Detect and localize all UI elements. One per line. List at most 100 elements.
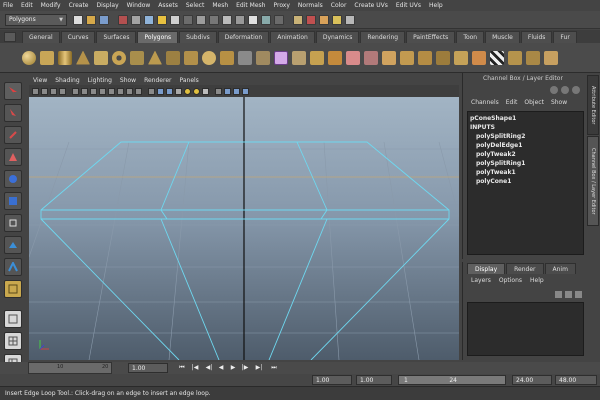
select-camera-icon[interactable] <box>32 87 39 95</box>
go-to-end-icon[interactable]: ⏭ <box>270 364 278 372</box>
planar-mapping-icon[interactable] <box>490 50 504 65</box>
shelf-tab-toon[interactable]: Toon <box>456 31 485 43</box>
lasso-tool-icon[interactable] <box>4 104 22 122</box>
panel-menu-panels[interactable]: Panels <box>179 77 198 84</box>
use-all-lights-icon[interactable] <box>184 87 191 95</box>
shelf-menu-icon[interactable] <box>4 32 16 42</box>
shelf-tab-polygons[interactable]: Polygons <box>137 31 179 43</box>
panel-menu-lighting[interactable]: Lighting <box>88 77 112 84</box>
play-forwards-icon[interactable]: ▶ <box>229 364 237 372</box>
snap-curve-icon[interactable] <box>235 14 245 25</box>
tab-display[interactable]: Display <box>467 263 506 274</box>
scale-tool-icon[interactable] <box>4 192 22 210</box>
le-menu-options[interactable]: Options <box>499 277 522 284</box>
step-forward-key-icon[interactable]: ▶| <box>255 364 263 372</box>
spherical-mapping-icon[interactable] <box>526 50 540 65</box>
film-gate-icon[interactable] <box>90 87 97 95</box>
render-current-frame-icon[interactable] <box>319 14 329 25</box>
shelf-tab-general[interactable]: General <box>22 31 60 43</box>
shelf-tab-subdivs[interactable]: Subdivs <box>179 31 217 43</box>
rotate-tool-icon[interactable] <box>4 170 22 188</box>
select-curves-icon[interactable] <box>183 14 193 25</box>
step-forward-frame-icon[interactable]: |▶ <box>241 364 249 372</box>
panel-menu-renderer[interactable]: Renderer <box>144 77 171 84</box>
new-scene-icon[interactable] <box>73 14 83 25</box>
menu-modify[interactable]: Modify <box>41 2 61 9</box>
poly-cone-icon[interactable] <box>76 50 90 65</box>
channel-box-toggle-icon[interactable] <box>550 86 558 94</box>
construction-history-icon[interactable] <box>293 14 303 25</box>
mirror-geometry-icon[interactable] <box>310 50 324 65</box>
snap-grid-icon[interactable] <box>222 14 232 25</box>
isolate-select-icon[interactable] <box>215 87 222 95</box>
menu-set-dropdown[interactable]: Polygons ▼ <box>5 13 67 26</box>
range-bar[interactable]: 1 24 <box>398 375 506 385</box>
poly-torus-icon[interactable] <box>112 50 126 65</box>
make-live-icon[interactable] <box>274 14 284 25</box>
camera-attributes-icon[interactable] <box>41 87 48 95</box>
insert-edge-loop-icon[interactable] <box>400 50 414 65</box>
merge-vertices-icon[interactable] <box>436 50 450 65</box>
smooth-icon[interactable] <box>274 50 288 65</box>
open-scene-icon[interactable] <box>86 14 96 25</box>
sculpt-geometry-icon[interactable] <box>472 50 486 65</box>
le-menu-help[interactable]: Help <box>530 277 544 284</box>
channel-box-options-icon[interactable] <box>561 86 569 94</box>
poly-cube-icon[interactable] <box>40 50 54 65</box>
poly-platonic-icon[interactable] <box>220 50 234 65</box>
shelf-tab-muscle[interactable]: Muscle <box>485 31 520 43</box>
step-back-frame-icon[interactable]: ◀| <box>205 364 213 372</box>
menu-create-uvs[interactable]: Create UVs <box>354 2 387 9</box>
panel-menu-show[interactable]: Show <box>120 77 136 84</box>
gate-mask-icon[interactable] <box>108 87 115 95</box>
smooth-shade-icon[interactable] <box>157 87 164 95</box>
snap-point-icon[interactable] <box>248 14 258 25</box>
shelf-tab-painteffects[interactable]: PaintEffects <box>406 31 456 43</box>
render-settings-icon[interactable] <box>345 14 355 25</box>
select-hierarchy-icon[interactable] <box>118 14 128 25</box>
select-surfaces-icon[interactable] <box>196 14 206 25</box>
poly-soccer-ball-icon[interactable] <box>202 50 216 65</box>
go-to-start-icon[interactable]: ⏮ <box>178 364 186 372</box>
cb-menu-show[interactable]: Show <box>551 99 567 106</box>
channel-box-side-tab[interactable]: Channel Box / Layer Editor <box>587 136 599 226</box>
menu-window[interactable]: Window <box>127 2 151 9</box>
cb-menu-object[interactable]: Object <box>524 99 544 106</box>
bridge-icon[interactable] <box>346 50 360 65</box>
poly-pyramid-icon[interactable] <box>148 50 162 65</box>
current-time-field[interactable]: 1.00 <box>128 363 168 373</box>
show-manipulator-icon[interactable] <box>4 258 22 276</box>
channel-box-brush-icon[interactable] <box>572 86 580 94</box>
menu-display[interactable]: Display <box>97 2 119 9</box>
select-handles-icon[interactable] <box>157 14 167 25</box>
menu-edit-uvs[interactable]: Edit UVs <box>396 2 421 9</box>
split-polygon-icon[interactable] <box>382 50 396 65</box>
select-deformations-icon[interactable] <box>209 14 219 25</box>
cb-menu-edit[interactable]: Edit <box>506 99 518 106</box>
resolution-gate-icon[interactable] <box>99 87 106 95</box>
le-menu-layers[interactable]: Layers <box>471 277 491 284</box>
select-tool-icon[interactable] <box>4 82 22 100</box>
poly-plane-icon[interactable] <box>94 50 108 65</box>
input-node[interactable]: polyTweak2 <box>470 151 581 160</box>
poly-prism-icon[interactable] <box>130 50 144 65</box>
end-time-field[interactable]: 48.00 <box>555 375 597 385</box>
safe-action-icon[interactable] <box>126 87 133 95</box>
input-node[interactable]: polySplitRing1 <box>470 160 581 169</box>
panel-menu-view[interactable]: View <box>33 77 47 84</box>
shelf-tab-deformation[interactable]: Deformation <box>217 31 270 43</box>
single-perspective-view-icon[interactable] <box>4 310 22 328</box>
menu-file[interactable]: File <box>3 2 13 9</box>
textured-icon[interactable] <box>175 87 182 95</box>
menu-color[interactable]: Color <box>331 2 347 9</box>
cylindrical-mapping-icon[interactable] <box>508 50 522 65</box>
x-ray-icon[interactable] <box>224 87 231 95</box>
shelf-tab-animation[interactable]: Animation <box>270 31 315 43</box>
automatic-mapping-icon[interactable] <box>544 50 558 65</box>
two-d-pan-zoom-icon[interactable] <box>72 87 79 95</box>
backface-culling-icon[interactable] <box>242 87 249 95</box>
poly-cylinder-icon[interactable] <box>58 50 72 65</box>
shadows-icon[interactable] <box>193 87 200 95</box>
start-time-field[interactable]: 1.00 <box>312 375 352 385</box>
paint-select-tool-icon[interactable] <box>4 126 22 144</box>
